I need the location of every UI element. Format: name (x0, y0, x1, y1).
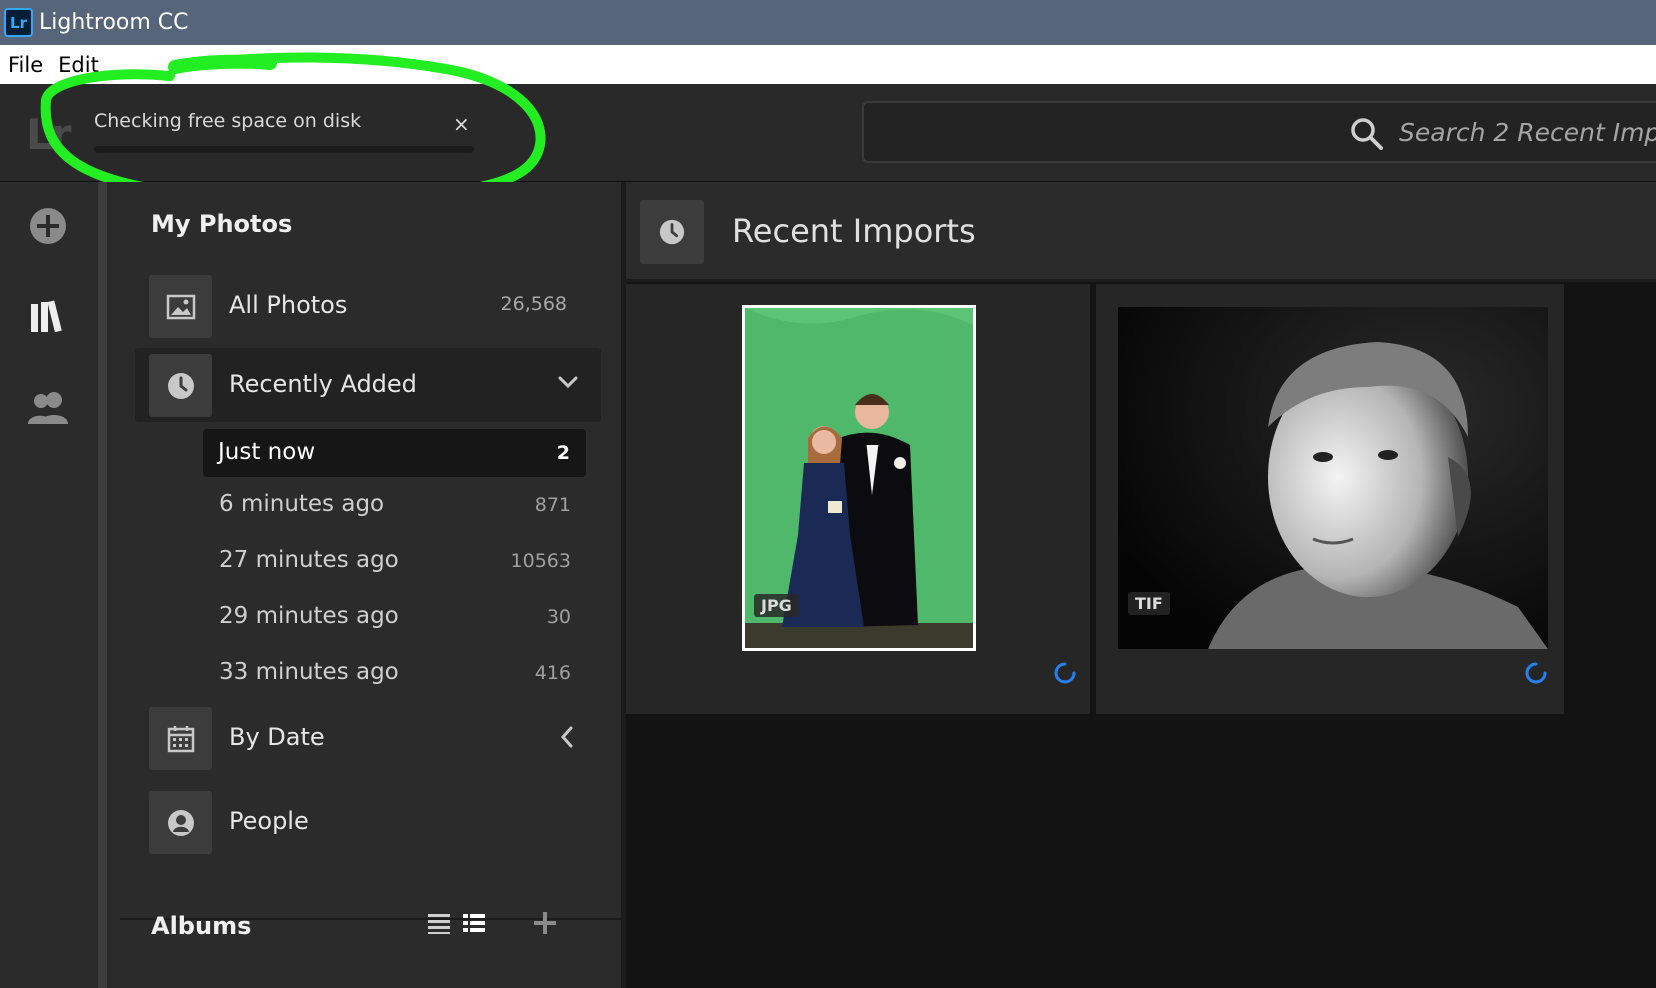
image-icon (166, 294, 195, 319)
add-photos-icon (30, 208, 66, 244)
recent-item-label: 27 minutes ago (219, 547, 399, 573)
nav-all-photos[interactable]: All Photos 26,568 (141, 271, 597, 341)
library-button[interactable] (24, 292, 72, 340)
albums-heading: Albums (151, 912, 252, 940)
recent-item-33-minutes[interactable]: 33 minutes ago 416 (204, 649, 587, 697)
clock-icon (167, 372, 194, 399)
chevron-down-icon[interactable] (557, 374, 579, 390)
recent-item-count: 2 (556, 442, 570, 464)
nav-recently-added[interactable]: Recently Added (135, 348, 601, 422)
nav-by-date[interactable]: By Date (141, 703, 597, 773)
main-content: Recent Imports JPG TIF (626, 182, 1656, 988)
photo-tile[interactable]: TIF (1096, 284, 1564, 714)
nav-people[interactable]: People (141, 787, 597, 857)
recent-item-label: 33 minutes ago (219, 659, 399, 685)
toast-close-button[interactable]: × (453, 112, 470, 136)
search-icon[interactable] (1349, 116, 1385, 152)
recent-item-29-minutes[interactable]: 29 minutes ago 30 (204, 593, 587, 641)
search-input[interactable] (1399, 113, 1656, 151)
people-label: People (229, 807, 309, 835)
menu-file[interactable]: File (8, 53, 43, 77)
file-type-badge: JPG (754, 594, 799, 617)
add-photos-button[interactable] (24, 202, 72, 250)
file-type-badge: TIF (1128, 592, 1170, 615)
page-title: Recent Imports (732, 212, 976, 250)
library-icon (31, 300, 62, 333)
detail-list-icon[interactable] (462, 912, 486, 934)
chevron-left-icon[interactable] (559, 725, 575, 749)
all-photos-label: All Photos (229, 291, 348, 319)
rail-divider (98, 182, 107, 988)
menubar: File Edit (0, 45, 1656, 84)
lr-logo: Lr (26, 110, 72, 159)
recently-added-label: Recently Added (229, 370, 417, 398)
recent-item-count: 871 (534, 494, 571, 516)
my-photos-heading: My Photos (151, 210, 293, 238)
recent-item-count: 416 (534, 662, 571, 684)
main-header: Recent Imports (626, 182, 1656, 282)
recent-item-label: 29 minutes ago (219, 603, 399, 629)
list-view-icon[interactable] (427, 912, 451, 934)
menu-edit[interactable]: Edit (58, 53, 99, 77)
recent-item-27-minutes[interactable]: 27 minutes ago 10563 (204, 537, 587, 585)
loading-spinner-icon (1054, 662, 1076, 684)
progress-toast: Checking free space on disk × (78, 102, 478, 162)
photo-thumbnail-boy[interactable] (1118, 307, 1548, 649)
lightroom-app-icon: Lr (4, 8, 33, 37)
window-titlebar: Lr Lightroom CC (0, 0, 1656, 45)
recent-item-count: 10563 (510, 550, 571, 572)
sidebar: My Photos All Photos 26,568 Recently Add… (107, 182, 621, 988)
recent-item-just-now[interactable]: Just now 2 (203, 429, 586, 477)
person-icon (167, 809, 194, 836)
loading-spinner-icon (1525, 662, 1547, 684)
people-icon (28, 392, 68, 424)
all-photos-count: 26,568 (500, 293, 567, 315)
window-title: Lightroom CC (39, 10, 189, 35)
by-date-label: By Date (229, 723, 325, 751)
recent-item-count: 30 (546, 606, 571, 628)
recent-item-label: Just now (218, 439, 316, 465)
app-header: Lr Checking free space on disk × (0, 84, 1656, 182)
recent-item-label: 6 minutes ago (219, 491, 385, 517)
toast-message: Checking free space on disk (94, 110, 362, 132)
calendar-icon (167, 725, 194, 752)
toast-progress-bar (94, 146, 474, 153)
search-box[interactable] (862, 101, 1656, 163)
recent-item-6-minutes[interactable]: 6 minutes ago 871 (204, 481, 587, 529)
clock-icon (659, 219, 685, 245)
photo-tile[interactable]: JPG (626, 284, 1090, 714)
add-album-icon[interactable] (532, 910, 558, 936)
people-rail-button[interactable] (24, 384, 72, 432)
left-rail (0, 182, 98, 988)
